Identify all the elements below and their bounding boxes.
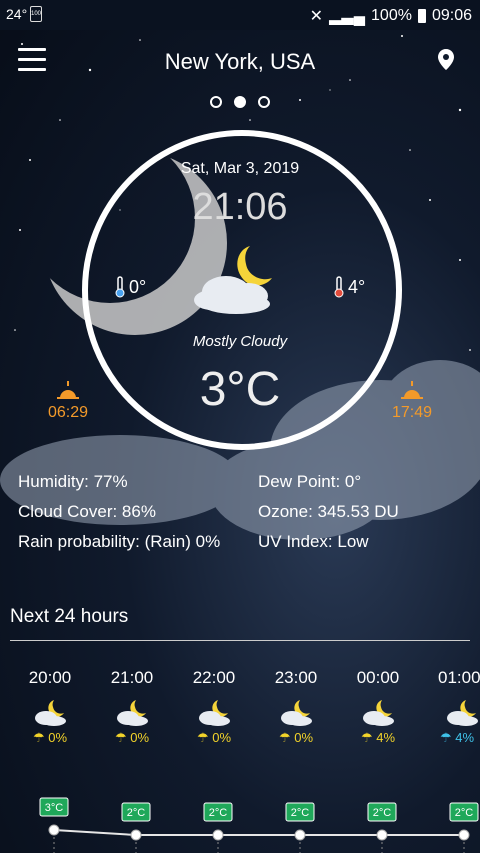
rain-chance: ☂ 0% bbox=[174, 730, 254, 746]
location-pin-icon[interactable] bbox=[436, 48, 456, 72]
min-temp-value: 0° bbox=[129, 276, 147, 297]
hourly-item[interactable]: 23:00 ☂ 0% bbox=[256, 668, 336, 746]
rain-value: 0% bbox=[294, 730, 314, 745]
humidity: Humidity: 77% bbox=[18, 472, 128, 491]
sunrise-time: 06:29 bbox=[47, 404, 89, 421]
page-indicator bbox=[0, 93, 480, 111]
cloudy-moon-icon bbox=[117, 700, 148, 726]
signal-icon: ▂▃▄ bbox=[329, 8, 366, 25]
hour-temp-badge: 2°C bbox=[373, 807, 392, 819]
umbrella-icon: ☂ bbox=[440, 730, 452, 745]
umbrella-icon: ☂ bbox=[196, 730, 209, 745]
hour-temp-badge: 2°C bbox=[209, 807, 228, 819]
cloudy-moon-icon bbox=[35, 700, 66, 726]
status-temperature: 24° bbox=[6, 6, 28, 22]
hour-temp-badge: 2°C bbox=[127, 807, 146, 819]
city-title[interactable]: New York, USA bbox=[0, 49, 480, 75]
uv-index: UV Index: Low bbox=[258, 532, 369, 551]
mute-icon: ✕ bbox=[309, 8, 324, 25]
rain-value: 0% bbox=[130, 730, 150, 745]
hour-time: 21:00 bbox=[110, 668, 154, 687]
divider bbox=[10, 640, 470, 641]
sunrise-icon bbox=[57, 381, 79, 399]
hour-temp-badge: 2°C bbox=[291, 807, 310, 819]
umbrella-icon: ☂ bbox=[32, 730, 45, 745]
sunset-time: 17:49 bbox=[391, 404, 433, 421]
rain-value: 0% bbox=[212, 730, 232, 745]
rain-value: 0% bbox=[48, 730, 68, 745]
hour-time: 20:00 bbox=[28, 668, 72, 687]
battery-percent: 100% bbox=[371, 7, 412, 24]
dew-point: Dew Point: 0° bbox=[258, 472, 362, 491]
page-dot[interactable] bbox=[258, 95, 271, 108]
min-temperature: 0° bbox=[115, 276, 146, 298]
status-bar: 24° 100 ✕ ▂▃▄ 100% 09:06 bbox=[0, 0, 480, 30]
ozone: Ozone: 345.53 DU bbox=[258, 502, 399, 521]
hourly-temperature-graph: 3°C 2°C 2°C 2°C 2°C 2°C bbox=[39, 797, 479, 853]
next-24-hours-title: Next 24 hours bbox=[10, 606, 129, 627]
rain-value: 4% bbox=[376, 730, 396, 745]
battery-icon bbox=[417, 9, 426, 23]
cloud-cover: Cloud Cover: 86% bbox=[18, 502, 156, 521]
cloudy-moon-icon bbox=[447, 700, 478, 726]
hour-temp-badge: 2°C bbox=[455, 807, 474, 819]
sunset-icon bbox=[401, 381, 423, 399]
umbrella-icon: ☂ bbox=[114, 730, 127, 745]
status-time: 09:06 bbox=[431, 7, 472, 24]
page-dot-active[interactable] bbox=[234, 95, 246, 108]
hour-time: 22:00 bbox=[192, 668, 236, 687]
weather-condition: Mostly Cloudy bbox=[192, 333, 288, 350]
rain-probability: Rain probability: (Rain) 0% bbox=[18, 532, 221, 551]
hourly-item[interactable]: 21:00 ☂ 0% bbox=[92, 668, 172, 746]
rain-value: 4% bbox=[455, 730, 475, 745]
thermometer-cold-icon bbox=[115, 276, 125, 298]
hourly-item[interactable]: 22:00 ☂ 0% bbox=[174, 668, 254, 746]
hour-time: 23:00 bbox=[274, 668, 318, 687]
cloudy-moon-icon bbox=[363, 700, 394, 726]
cloudy-moon-icon bbox=[194, 246, 272, 314]
umbrella-icon: ☂ bbox=[278, 730, 291, 745]
cloudy-moon-icon bbox=[199, 700, 230, 726]
sunrise: 06:29 bbox=[44, 380, 92, 422]
rain-chance: ☂ 0% bbox=[92, 730, 172, 746]
rain-chance: ☂ 4% bbox=[338, 730, 418, 746]
max-temp-value: 4° bbox=[348, 276, 366, 297]
hourly-item[interactable]: 00:00 ☂ 4% bbox=[338, 668, 418, 746]
page-dot[interactable] bbox=[209, 95, 222, 108]
cloudy-moon-icon bbox=[281, 700, 312, 726]
max-temperature: 4° bbox=[334, 276, 365, 298]
sunset: 17:49 bbox=[388, 380, 436, 422]
umbrella-icon: ☂ bbox=[360, 730, 373, 745]
hour-time: 01:00 bbox=[438, 668, 480, 687]
current-date: Sat, Mar 3, 2019 bbox=[180, 160, 300, 177]
rain-chance: ☂ 0% bbox=[10, 730, 90, 746]
details-right: Dew Point: 0° Ozone: 345.53 DU UV Index:… bbox=[258, 467, 399, 557]
rain-chance: ☂ 0% bbox=[256, 730, 336, 746]
hourly-item[interactable]: 01:00 ☂ 4% bbox=[420, 668, 480, 746]
current-time: 21:06 bbox=[192, 186, 288, 228]
hour-time: 00:00 bbox=[356, 668, 400, 687]
hour-temp-badge: 3°C bbox=[45, 802, 64, 814]
hourly-item[interactable]: 20:00 ☂ 0% bbox=[10, 668, 90, 746]
sim-icon: 100 bbox=[30, 6, 42, 22]
rain-chance: ☂ 4% bbox=[420, 730, 480, 746]
thermometer-hot-icon bbox=[334, 276, 344, 298]
details-left: Humidity: 77% Cloud Cover: 86% Rain prob… bbox=[18, 467, 220, 557]
